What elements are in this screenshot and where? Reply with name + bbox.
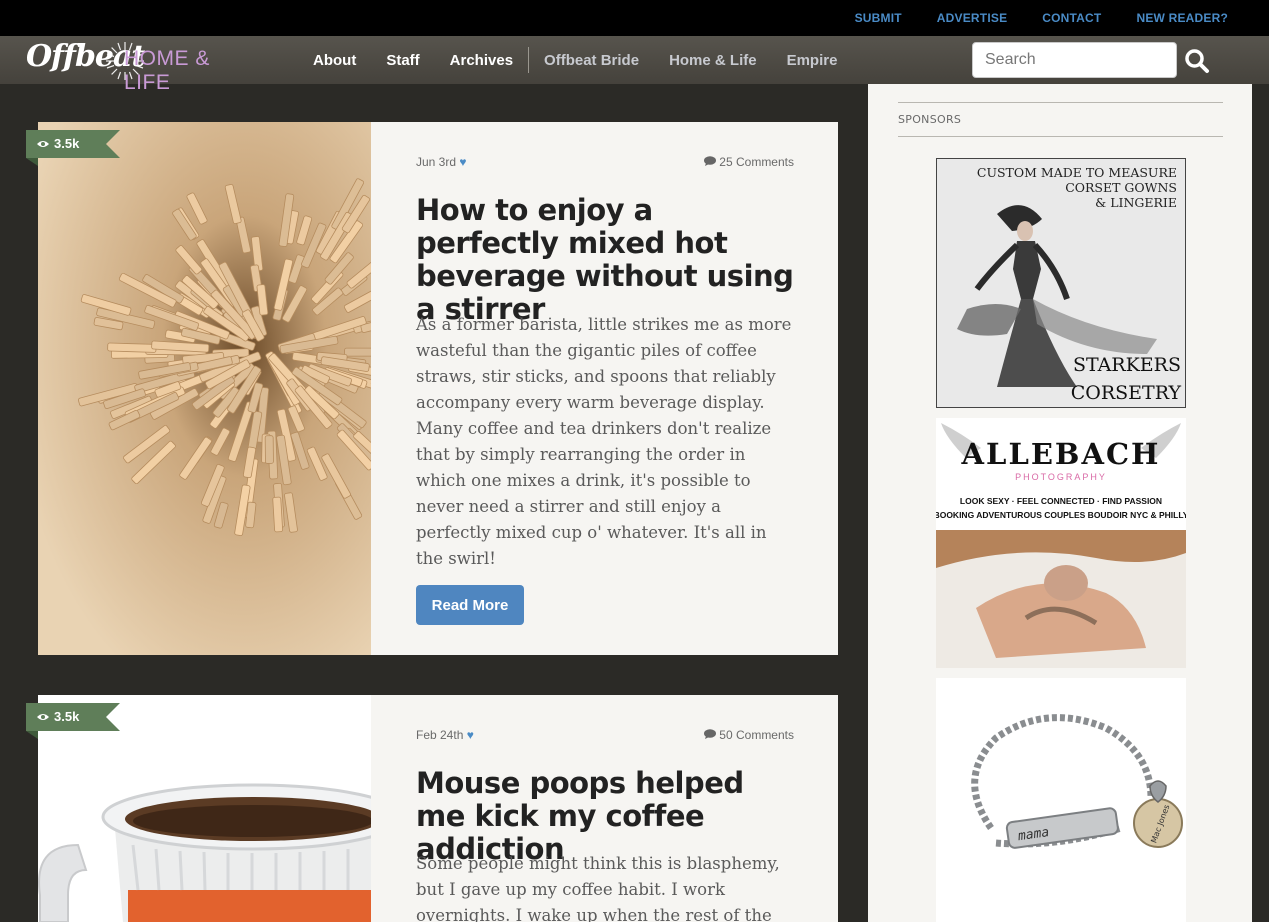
ad-brand-2: CORSETRY (1071, 382, 1182, 404)
ad-allebach-photography[interactable]: ALLEBACH PHOTOGRAPHY LOOK SEXY · FEEL CO… (936, 418, 1186, 668)
ad-tagline-1: LOOK SEXY · FEEL CONNECTED · FIND PASSIO… (960, 496, 1162, 506)
contact-link[interactable]: CONTACT (1042, 11, 1101, 25)
views-count: 3.5k (36, 709, 79, 724)
article-title[interactable]: How to enjoy a perfectly mixed hot bever… (416, 194, 794, 326)
boudoir-photo-ad-image: ALLEBACH PHOTOGRAPHY LOOK SEXY · FEEL CO… (936, 418, 1186, 668)
views-fold (26, 731, 38, 739)
views-fold (26, 158, 38, 166)
ad-sub: PHOTOGRAPHY (1015, 472, 1107, 482)
article-card: Jun 3rd ♥ 25 Comments How to enjoy a per… (38, 122, 838, 655)
site-logo[interactable]: Offbeat HOME & LIFE (24, 36, 234, 94)
ad-mama-bracelet[interactable]: mama Mac Jones (936, 678, 1186, 922)
comments-link[interactable]: 25 Comments (703, 155, 794, 169)
article-excerpt: Some people might think this is blasphem… (416, 854, 780, 922)
comments-count: 50 Comments (719, 728, 794, 742)
views-badge: 3.5k (26, 703, 120, 739)
submit-link[interactable]: SUBMIT (855, 11, 902, 25)
views-count: 3.5k (36, 136, 79, 151)
ad-line-2: CORSET GOWNS (1065, 180, 1177, 195)
sidebar-rule-top (898, 102, 1223, 103)
ad-line-1: CUSTOM MADE TO MEASURE (977, 165, 1177, 180)
comments-count: 25 Comments (719, 155, 794, 169)
top-utility-bar: SUBMIT ADVERTISE CONTACT NEW READER? (0, 0, 1269, 36)
corset-gown-ad-image: CUSTOM MADE TO MEASURE CORSET GOWNS & LI… (937, 159, 1185, 407)
read-more-button[interactable]: Read More (416, 585, 524, 625)
views-count-text: 3.5k (54, 709, 80, 724)
bracelet-ad-image: mama Mac Jones (936, 678, 1186, 922)
advertise-link[interactable]: ADVERTISE (937, 11, 1007, 25)
ad-line-3: & LINGERIE (1095, 195, 1177, 210)
ad-starkers-corsetry[interactable]: CUSTOM MADE TO MEASURE CORSET GOWNS & LI… (936, 158, 1186, 408)
views-count-text: 3.5k (54, 136, 80, 151)
ad-brand: ALLEBACH (961, 437, 1161, 471)
heart-icon[interactable]: ♥ (459, 155, 466, 169)
comment-icon (703, 729, 716, 739)
comments-link[interactable]: 50 Comments (703, 728, 794, 742)
heart-icon[interactable]: ♥ (467, 728, 474, 742)
nav-archives[interactable]: Archives (435, 52, 528, 69)
comment-icon (703, 156, 716, 166)
utility-links: SUBMIT ADVERTISE CONTACT NEW READER? (855, 0, 1228, 36)
nav-offbeat-bride[interactable]: Offbeat Bride (529, 52, 654, 69)
sponsors-heading: SPONSORS (898, 113, 962, 126)
search-icon[interactable] (1184, 48, 1210, 74)
date-text: Feb 24th (416, 728, 464, 742)
primary-nav: About Staff Archives Offbeat Bride Home … (298, 36, 852, 84)
views-badge: 3.5k (26, 130, 120, 166)
stir-sticks-image (38, 122, 371, 655)
nav-about[interactable]: About (298, 52, 371, 69)
article-card: Feb 24th ♥ 50 Comments Mouse poops helpe… (38, 695, 838, 922)
article-excerpt: As a former barista, little strikes me a… (416, 315, 792, 568)
ad-brand-1: STARKERS (1073, 354, 1181, 376)
main-navbar: Offbeat HOME & LIFE About Staff Archives… (0, 36, 1269, 94)
search-input[interactable] (972, 42, 1177, 78)
sidebar: SPONSORS CUSTOM MADE TO MEASURE CORSET G… (868, 84, 1252, 922)
article-date: Jun 3rd ♥ (416, 155, 467, 169)
nav-home-life[interactable]: Home & Life (654, 52, 772, 69)
article-thumbnail[interactable] (38, 122, 371, 655)
eye-icon (37, 713, 49, 720)
eye-icon (37, 140, 49, 147)
nav-empire[interactable]: Empire (772, 52, 853, 69)
nav-staff[interactable]: Staff (371, 52, 434, 69)
new-reader-link[interactable]: NEW READER? (1136, 11, 1228, 25)
article-date: Feb 24th ♥ (416, 728, 474, 742)
sidebar-rule-bottom (898, 136, 1223, 137)
logo-subtitle: HOME & LIFE (124, 47, 210, 94)
date-text: Jun 3rd (416, 155, 457, 169)
ad-tagline-2: BOOKING ADVENTUROUS COUPLES BOUDOIR NYC … (936, 510, 1186, 520)
